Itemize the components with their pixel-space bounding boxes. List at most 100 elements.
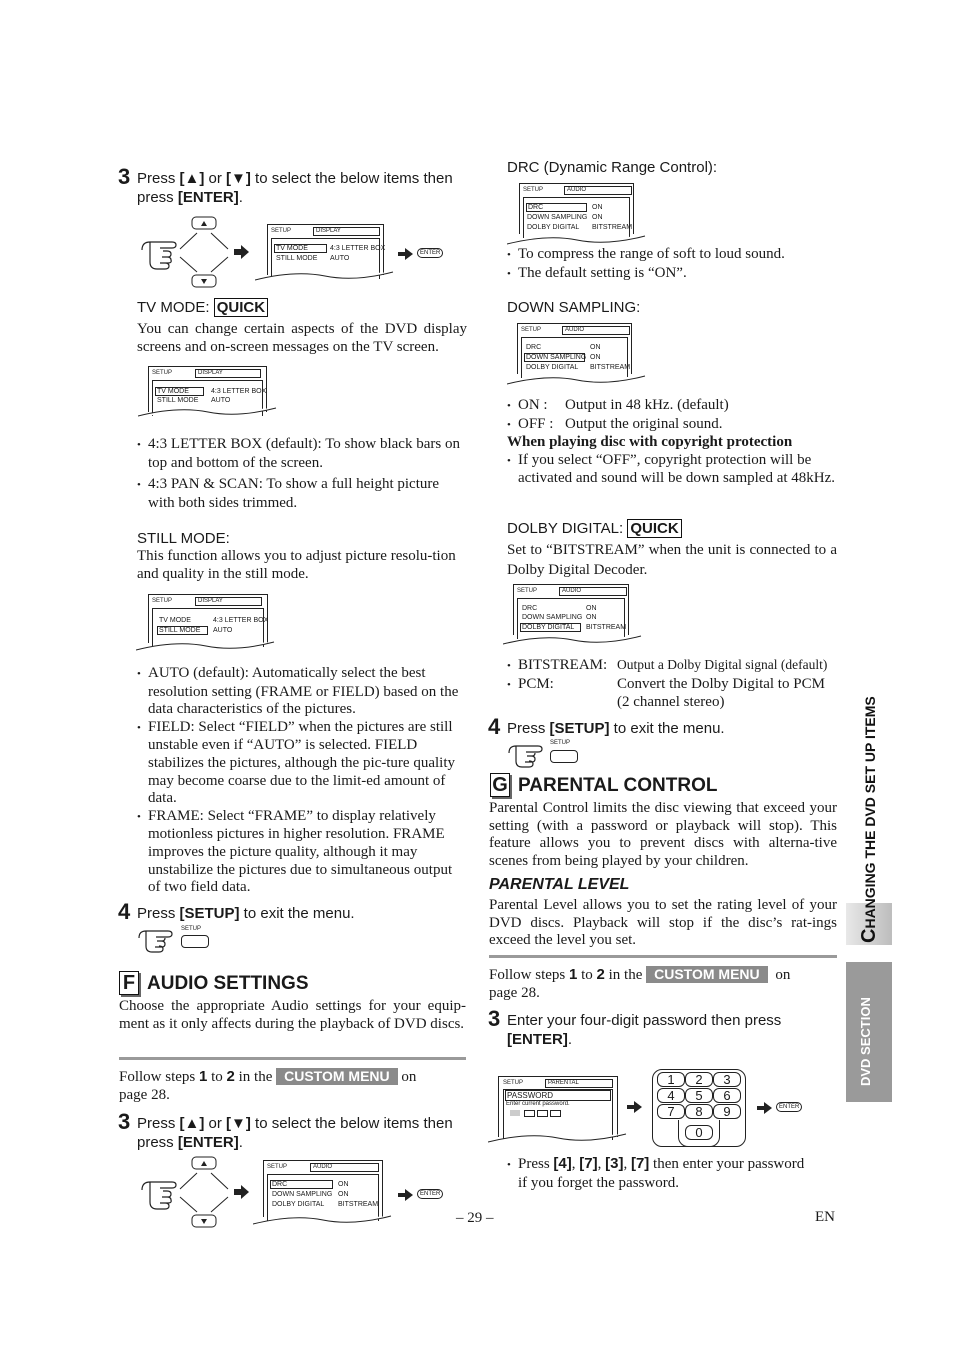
text: Follow steps [119,1069,200,1085]
keypad-key-3: 3 [713,1072,741,1087]
bullet-item: If you select “OFF”, copyright protectio… [507,452,842,488]
follow-steps: Follow steps 1 to 2 in the CUSTOM MENU o… [489,966,837,1002]
still-mode-heading: STILL MODE: [137,530,230,547]
password-digit-box-active[interactable] [510,1110,520,1116]
osd-setup-label: SETUP [152,598,173,604]
right-arrow-icon [234,1185,249,1199]
step-4: 4 [118,899,130,925]
option-text: Output in 48 kHz. (default) [565,397,729,413]
password-digit-box[interactable] [537,1110,548,1117]
right-arrow-icon [757,1102,772,1114]
down-sampling-heading: DOWN SAMPLING: [507,299,641,316]
osd-setup-label: SETUP [521,327,542,333]
osd-tab: PARENTAL [545,1079,613,1088]
chapter-initial: C [858,928,880,943]
osd-row-value: BITSTREAM [586,624,627,631]
keypad-key-0: 0 [685,1125,713,1140]
osd-row-value: ON [592,204,603,211]
osd-row-label: DOWN SAMPLING [527,214,588,221]
osd-row-label: DOLBY DIGITAL [526,364,579,371]
bullet-item: PCM: Convert the Dolby Digital to PCM [507,676,847,695]
osd-tab: AUDIO [562,326,630,335]
text: on [771,967,791,983]
up-key: [▲] [179,170,205,187]
osd-row-label: DRC [522,605,538,612]
option-label: OFF : [518,415,554,432]
bullet-item: OFF : Output the original sound. [507,416,842,435]
down-key: [▼] [226,170,251,187]
step-number: 3 [118,1109,131,1134]
text: . [238,1134,243,1151]
remote-nav-diagram [141,216,249,288]
keypad-key-4: 4 [657,1088,685,1103]
drc-heading: DRC (Dynamic Range Control): [507,159,718,176]
bullet-item: The default setting is “ON”. [507,265,837,284]
chapter-title: CHANGING THE DVD SET UP ITEMS [858,696,881,943]
bullet-item: FRAME: Select “FRAME” to display relativ… [137,808,467,897]
text: Press [507,720,550,737]
step-4: 4 [488,714,500,740]
quick-badge: QUICK [627,519,682,538]
step-ref: 2 [226,1068,235,1085]
osd-row-label: DOLBY DIGITAL [272,1201,325,1208]
bullet-item: BITSTREAM: Output a Dolby Digital signal … [507,656,847,676]
enter-key: [ENTER] [177,1134,239,1151]
osd-tab: AUDIO [559,587,627,596]
osd-row-label: DOWN SAMPLING [524,353,587,362]
osd-row-value: 4:3 LETTER BOX [213,617,269,624]
section-letter: G [490,773,510,797]
osd-setup-label: SETUP [152,370,173,376]
hand-pointer-icon [508,745,543,768]
step-4-instruction: Press [SETUP] to exit the menu. [507,719,725,738]
enter-button: ENTER [417,248,444,258]
osd-display-screen: SETUP DISPLAY TV MODE 4:3 LETTER BOX STI… [148,594,269,647]
osd-audio-screen: SETUP AUDIO DRC ON DOWN SAMPLING ON DOLB… [519,183,634,238]
osd-tab: AUDIO [564,186,632,195]
custom-menu-link[interactable]: CUSTOM MENU [276,1068,398,1085]
osd-setup-label: SETUP [271,228,292,234]
text: Enter your four-digit password then pres… [507,1012,782,1029]
osd-tab: DISPLAY [313,227,380,236]
password-digit-box[interactable] [550,1110,561,1117]
hand-pointer-icon [138,930,173,953]
setup-button-label: SETUP [181,926,202,932]
osd-row-label: DRC [526,203,587,212]
osd-setup-label: SETUP [503,1080,524,1086]
dolby-digital-heading: DOLBY DIGITAL: QUICK [507,519,682,538]
text: in the [234,1069,277,1085]
osd-audio-screen: SETUP AUDIO DRC ON DOWN SAMPLING ON DOLB… [513,584,629,639]
bullet-item: 4:3 PAN & SCAN: To show a full height pi… [137,476,467,512]
step-3-display: 3 [118,164,130,190]
parental-control-heading: G PARENTAL CONTROL [490,773,718,797]
keypad-key-9: 9 [713,1104,741,1119]
osd-row-value: ON [586,614,597,621]
osd-setup-label: SETUP [267,1164,288,1170]
option-label: PCM: [518,675,554,692]
osd-row-label: DRC [270,1180,333,1189]
tv-mode-heading: TV MODE: QUICK [137,298,269,317]
setup-key: [SETUP] [179,905,240,922]
step-3-audio: 3 [118,1109,130,1135]
osd-row-value: 4:3 LETTER BOX [211,388,267,395]
text: to select the below items then [250,170,453,187]
enter-button: ENTER [776,1102,803,1112]
keypad-key-1: 1 [657,1072,685,1087]
step-3-instruction: Press [▲] or [▼] to select the below ite… [137,169,477,207]
osd-row-value: BITSTREAM [338,1201,379,1208]
osd-row-label: TV MODE [159,617,191,624]
up-key: [▲] [179,1115,205,1132]
page-ref: page 28. [119,1086,170,1103]
tv-mode-options: 4:3 LETTER BOX (default): To show black … [137,436,467,512]
page-ref: page 28. [489,984,540,1001]
text: on [397,1069,417,1085]
text: . [567,1031,572,1048]
option-label: ON : [518,397,548,413]
keypad-key-7: 7 [657,1104,685,1119]
text: to select the below items then [250,1115,453,1132]
osd-audio-screen: SETUP AUDIO DRC ON DOWN SAMPLING ON DOLB… [263,1160,383,1221]
password-digit-box[interactable] [524,1110,535,1117]
osd-row-label: DRC [526,344,542,351]
follow-steps: Follow steps 1 to 2 in the CUSTOM MENU o… [119,1068,466,1104]
custom-menu-link[interactable]: CUSTOM MENU [646,966,768,983]
osd-setup-label: SETUP [517,588,538,594]
